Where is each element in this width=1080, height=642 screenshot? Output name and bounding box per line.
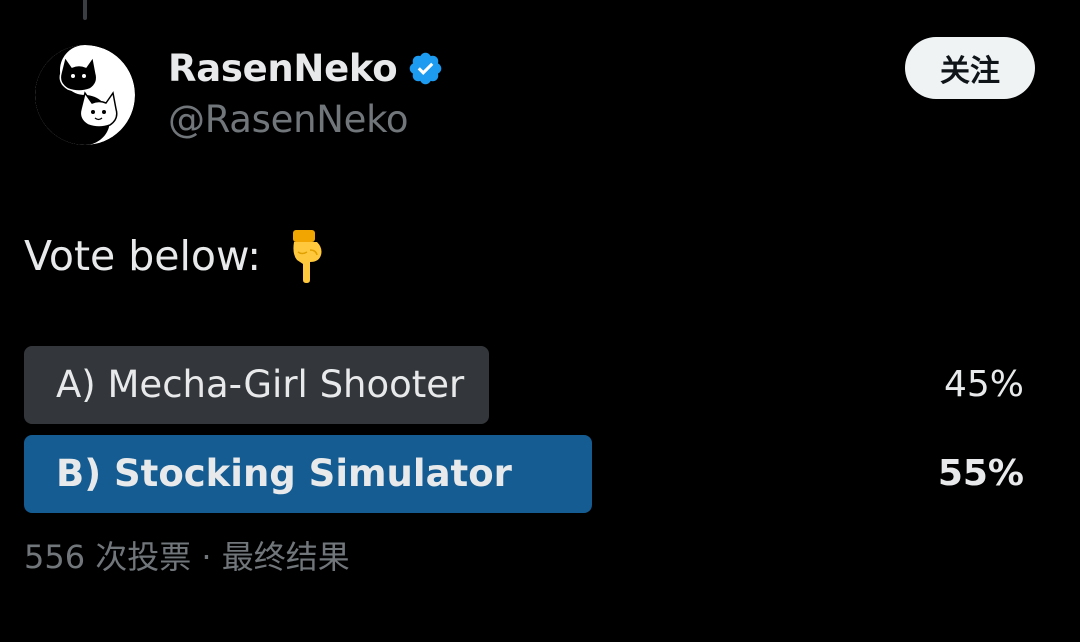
yin-yang-cats-icon <box>35 45 135 145</box>
poll-option-b: B) Stocking Simulator 55% <box>24 435 1034 513</box>
poll-option-label: B) Stocking Simulator <box>56 452 512 495</box>
follow-button[interactable]: 关注 <box>905 37 1035 99</box>
poll-option-label: A) Mecha-Girl Shooter <box>56 363 465 406</box>
thread-connector-line <box>83 0 87 20</box>
author-handle[interactable]: @RasenNeko <box>168 98 409 141</box>
poll: A) Mecha-Girl Shooter 45% B) Stocking Si… <box>24 346 1034 524</box>
pointing-down-emoji-icon <box>293 230 322 283</box>
tweet-body: Vote below: <box>24 228 327 284</box>
poll-option-percent: 45% <box>943 364 1024 405</box>
poll-option-a: A) Mecha-Girl Shooter 45% <box>24 346 1034 424</box>
author-name-row: RasenNeko <box>168 44 444 92</box>
poll-option-percent: 55% <box>937 453 1024 494</box>
author-display-name[interactable]: RasenNeko <box>168 47 398 90</box>
verified-badge-icon <box>410 52 442 84</box>
tweet-card: RasenNeko @RasenNeko 关注 Vote below: A) M… <box>0 0 1080 642</box>
avatar[interactable] <box>35 45 135 145</box>
poll-vote-summary: 556 次投票 · 最终结果 <box>24 538 350 576</box>
tweet-text: Vote below: <box>24 232 262 280</box>
